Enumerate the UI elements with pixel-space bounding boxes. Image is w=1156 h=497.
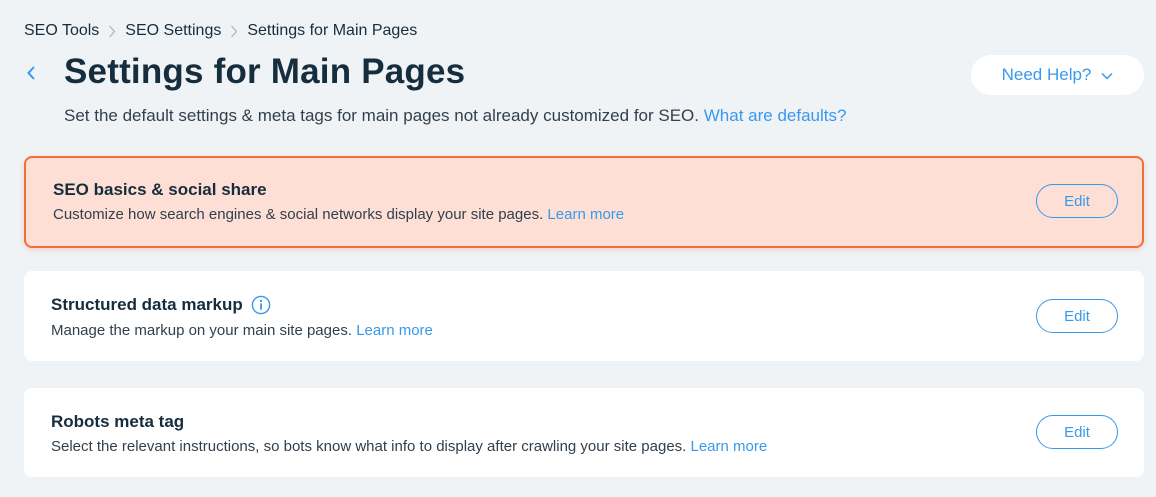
breadcrumb: SEO Tools SEO Settings Settings for Main… xyxy=(24,22,417,40)
card-title-row: Structured data markup xyxy=(51,295,271,315)
card-description: Select the relevant instructions, so bot… xyxy=(51,438,767,455)
breadcrumb-current-page: Settings for Main Pages xyxy=(247,22,418,39)
card-description: Customize how search engines & social ne… xyxy=(53,206,624,223)
chevron-left-icon xyxy=(26,65,36,86)
what-are-defaults-link[interactable]: What are defaults? xyxy=(704,106,847,125)
breadcrumb-seo-tools[interactable]: SEO Tools xyxy=(24,22,99,40)
learn-more-link[interactable]: Learn more xyxy=(691,438,768,455)
page-subtitle: Set the default settings & meta tags for… xyxy=(64,106,846,126)
card-description-text: Customize how search engines & social ne… xyxy=(53,206,544,223)
edit-button[interactable]: Edit xyxy=(1036,184,1118,218)
chevron-down-icon xyxy=(1101,65,1113,85)
subtitle-text: Set the default settings & meta tags for… xyxy=(64,106,700,125)
chevron-right-icon xyxy=(99,25,125,38)
chevron-right-icon xyxy=(221,25,247,38)
card-description-text: Select the relevant instructions, so bot… xyxy=(51,438,687,455)
seo-basics-card: SEO basics & social share Customize how … xyxy=(24,156,1144,248)
need-help-button[interactable]: Need Help? xyxy=(971,55,1144,95)
learn-more-link[interactable]: Learn more xyxy=(547,206,624,223)
card-title: Robots meta tag xyxy=(51,412,185,431)
card-description: Manage the markup on your main site page… xyxy=(51,322,433,339)
robots-meta-tag-card: Robots meta tag Select the relevant inst… xyxy=(24,388,1144,477)
edit-button[interactable]: Edit xyxy=(1036,415,1118,449)
learn-more-link[interactable]: Learn more xyxy=(356,322,433,339)
info-icon[interactable] xyxy=(251,295,271,315)
card-title: SEO basics & social share xyxy=(53,180,267,199)
card-title: Structured data markup xyxy=(51,295,243,314)
card-description-text: Manage the markup on your main site page… xyxy=(51,322,353,339)
structured-data-card: Structured data markup Manage the markup… xyxy=(24,271,1144,361)
back-button[interactable] xyxy=(20,64,42,86)
page-title: Settings for Main Pages xyxy=(64,52,466,91)
need-help-label: Need Help? xyxy=(1001,65,1092,84)
edit-button[interactable]: Edit xyxy=(1036,299,1118,333)
breadcrumb-seo-settings[interactable]: SEO Settings xyxy=(125,22,221,40)
